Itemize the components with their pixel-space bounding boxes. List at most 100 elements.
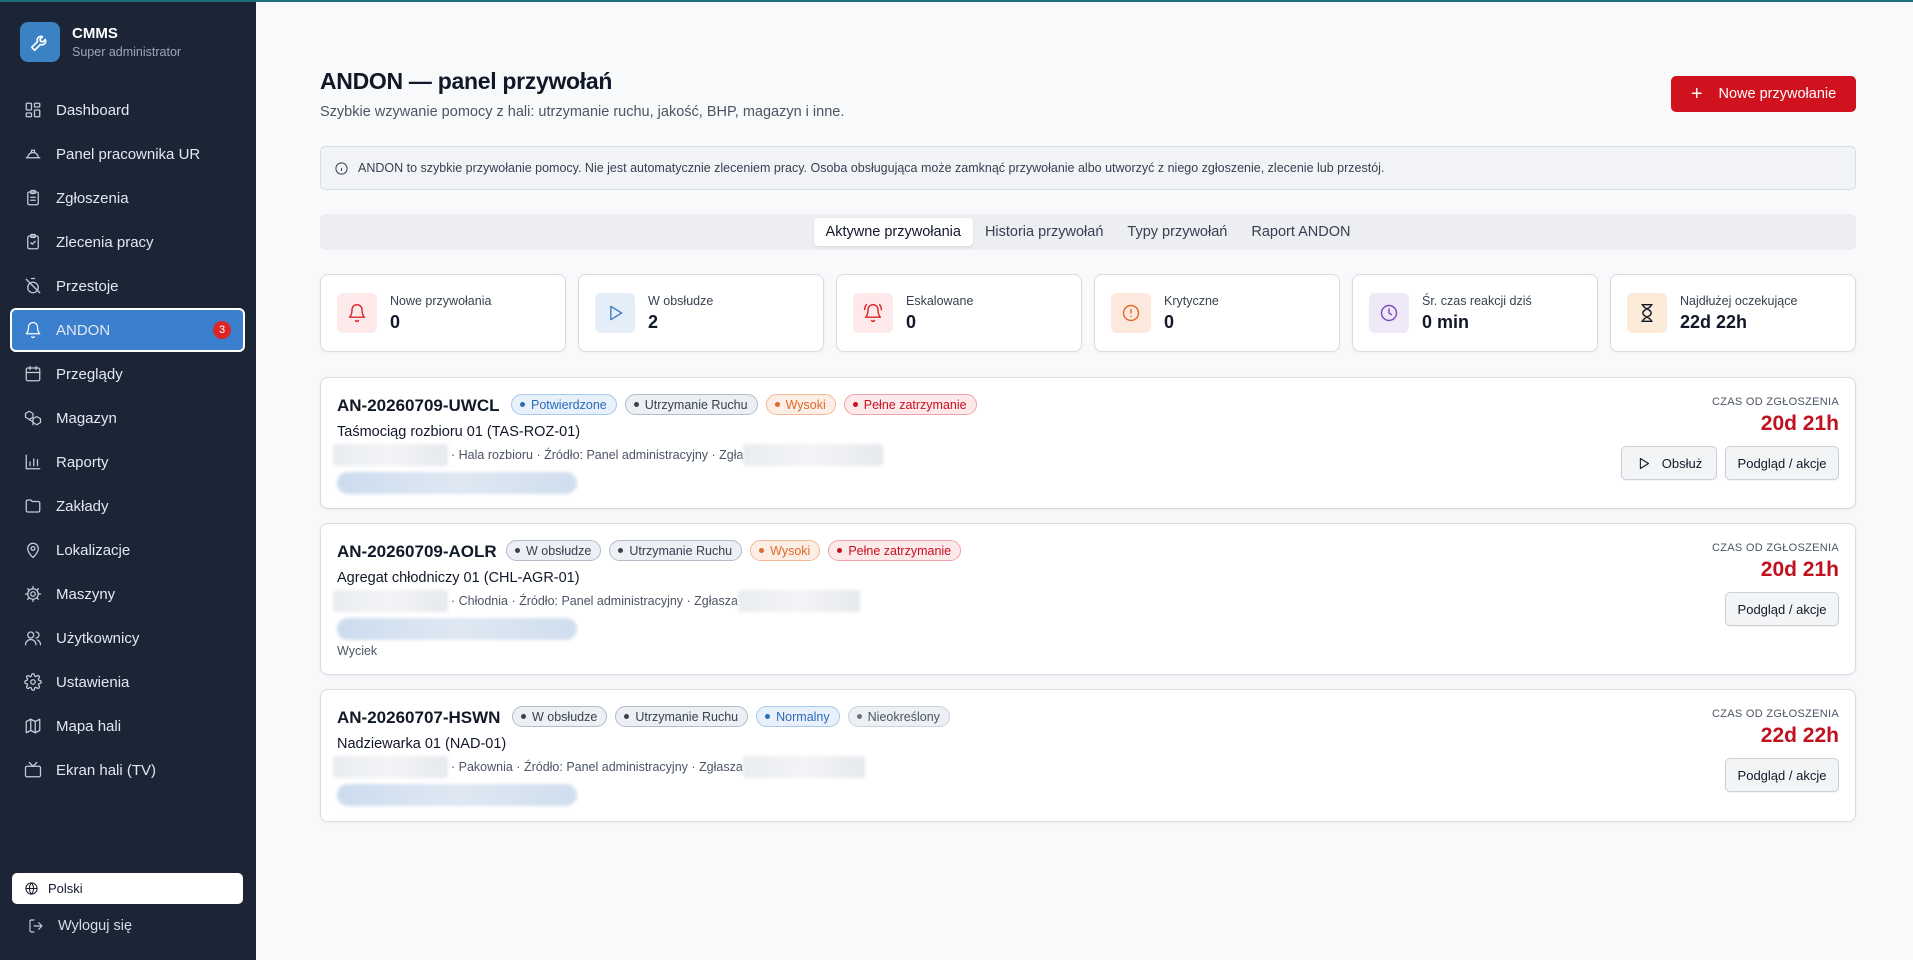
- call-machine: Taśmociąg rozbioru 01 (TAS-ROZ-01): [337, 424, 581, 440]
- redacted-text: [742, 756, 865, 778]
- call-code: AN-20260707-HSWN: [337, 708, 501, 727]
- andon-call-card: AN-20260707-HSWN W obsłudze Utrzymanie R…: [320, 689, 1856, 822]
- play-icon: [1639, 457, 1649, 469]
- helmet-icon: [25, 149, 41, 159]
- clock-icon: [1369, 293, 1409, 333]
- logout-icon: [29, 919, 43, 933]
- sidebar-item-label: Lokalizacje: [56, 541, 131, 559]
- tv-icon: [24, 761, 42, 778]
- priority-chip: Normalny: [756, 706, 840, 727]
- handle-button[interactable]: Obsłuż: [1621, 446, 1717, 480]
- users-icon: [24, 631, 42, 646]
- since-value: 22d 22h: [1760, 724, 1839, 747]
- handle-label: Obsłuż: [1661, 455, 1703, 471]
- bell-ring-icon: [853, 293, 893, 333]
- dashboard-icon: [25, 102, 41, 118]
- new-call-button[interactable]: + Nowe przywołanie: [1671, 76, 1856, 112]
- sidebar-item-maszyny[interactable]: Maszyny: [10, 572, 245, 616]
- stat-label: Eskalowane: [906, 293, 974, 308]
- tab-typy-przywolan[interactable]: Typy przywołań: [1115, 218, 1239, 246]
- view-actions-button[interactable]: Podgląd / akcje: [1725, 758, 1839, 792]
- sidebar-item-przestoje[interactable]: Przestoje: [10, 264, 245, 308]
- impact-chip: Pełne zatrzymanie: [843, 394, 977, 415]
- stat-value: 0: [906, 311, 917, 332]
- since-label: CZAS OD ZGŁOSZENIA: [1711, 396, 1839, 408]
- hourglass-icon: [1627, 293, 1667, 333]
- sidebar-item-raporty[interactable]: Raporty: [10, 440, 245, 484]
- impact-chip: Pełne zatrzymanie: [828, 540, 962, 561]
- sidebar-item-label: Zakłady: [56, 497, 109, 515]
- sidebar-item-andon[interactable]: ANDON 3: [10, 308, 245, 352]
- stat-label: Śr. czas reakcji dziś: [1422, 293, 1532, 308]
- sidebar-item-label: Przeglądy: [56, 365, 123, 383]
- redacted-bar: [337, 618, 577, 640]
- stat-label: Nowe przywołania: [390, 293, 492, 308]
- logout-button[interactable]: Wyloguj się: [28, 918, 132, 934]
- stat-card-escalated: Eskalowane 0: [836, 274, 1082, 352]
- sidebar-item-zlecenia-pracy[interactable]: Zlecenia pracy: [10, 220, 245, 264]
- andon-call-card: AN-20260709-AOLR W obsłudze Utrzymanie R…: [320, 523, 1856, 675]
- sidebar-item-mapa-hali[interactable]: Mapa hali: [10, 704, 245, 748]
- info-banner: ANDON to szybkie przywołanie pomocy. Nie…: [320, 146, 1856, 190]
- stat-label: W obsłudze: [648, 293, 714, 308]
- folder-icon: [25, 499, 41, 513]
- wrench-icon: [20, 22, 60, 62]
- stat-value: 0 min: [1422, 311, 1470, 332]
- call-meta-text: · Pakownia · Źródło: Panel administracyj…: [451, 760, 743, 774]
- tab-historia-przywolan[interactable]: Historia przywołań: [973, 218, 1115, 246]
- sidebar-item-label: Zlecenia pracy: [56, 233, 154, 251]
- sidebar-item-ekran-hali-tv[interactable]: Ekran hali (TV): [10, 748, 245, 792]
- sidebar-item-label: Użytkownicy: [56, 629, 140, 647]
- tabs: Aktywne przywołania Historia przywołań T…: [320, 214, 1856, 250]
- stat-value: 2: [648, 311, 659, 332]
- sidebar-item-label: Maszyny: [56, 585, 116, 603]
- page-subtitle: Szybkie wzywanie pomocy z hali: utrzyman…: [320, 104, 845, 120]
- priority-chip: Wysoki: [765, 394, 836, 415]
- call-meta-text: · Hala rozbioru · Źródło: Panel administ…: [451, 448, 744, 462]
- play-icon: [595, 293, 635, 333]
- view-actions-button[interactable]: Podgląd / akcje: [1725, 592, 1839, 626]
- language-selector[interactable]: Polski: [12, 873, 243, 904]
- call-chips: W obsłudze Utrzymanie Ruchu Normalny Nie…: [512, 706, 958, 727]
- call-code: AN-20260709-AOLR: [337, 542, 497, 561]
- tab-aktywne-przywolania[interactable]: Aktywne przywołania: [813, 218, 973, 246]
- sidebar-item-zaklady[interactable]: Zakłady: [10, 484, 245, 528]
- stat-card-avg-reaction: Śr. czas reakcji dziś 0 min: [1352, 274, 1598, 352]
- redacted-text: [333, 444, 448, 466]
- view-actions-label: Podgląd / akcje: [1737, 455, 1827, 471]
- view-actions-button[interactable]: Podgląd / akcje: [1725, 446, 1839, 480]
- sidebar-item-magazyn[interactable]: Magazyn: [10, 396, 245, 440]
- call-note: Wyciek: [337, 644, 378, 658]
- stat-value: 0: [1164, 311, 1175, 332]
- clipboard-check-icon: [27, 233, 39, 250]
- sidebar-item-label: Przestoje: [56, 277, 119, 295]
- since-label: CZAS OD ZGŁOSZENIA: [1711, 708, 1839, 720]
- sidebar-item-zgloszenia[interactable]: Zgłoszenia: [10, 176, 245, 220]
- redacted-text: [737, 590, 860, 612]
- department-chip: Utrzymanie Ruchu: [615, 706, 749, 727]
- app-title: CMMS: [72, 25, 118, 42]
- redacted-text: [743, 444, 884, 466]
- andon-count-badge: 3: [213, 321, 231, 339]
- globe-icon: [25, 882, 38, 895]
- sidebar-item-label: Ustawienia: [56, 673, 130, 691]
- call-chips: Potwierdzone Utrzymanie Ruchu Wysoki Peł…: [511, 394, 985, 415]
- status-chip: W obsłudze: [512, 706, 608, 727]
- call-machine: Nadziewarka 01 (NAD-01): [337, 736, 507, 752]
- sidebar-item-lokalizacje[interactable]: Lokalizacje: [10, 528, 245, 572]
- sidebar-item-dashboard[interactable]: Dashboard: [10, 88, 245, 132]
- timer-off-icon: [25, 277, 41, 294]
- sidebar-item-label: Panel pracownika UR: [56, 145, 201, 163]
- plus-icon: +: [1690, 83, 1703, 105]
- tab-raport-andon[interactable]: Raport ANDON: [1239, 218, 1362, 246]
- sidebar-item-ustawienia[interactable]: Ustawienia: [10, 660, 245, 704]
- call-meta: · Chłodnia · Źródło: Panel administracyj…: [333, 590, 860, 612]
- stat-card-in-progress: W obsłudze 2: [578, 274, 824, 352]
- sidebar-item-panel-pracownika-ur[interactable]: Panel pracownika UR: [10, 132, 245, 176]
- sidebar-item-przeglady[interactable]: Przeglądy: [10, 352, 245, 396]
- stat-card-critical: Krytyczne 0: [1094, 274, 1340, 352]
- sidebar-item-uzytkownicy[interactable]: Użytkownicy: [10, 616, 245, 660]
- view-actions-label: Podgląd / akcje: [1737, 767, 1827, 783]
- since-value: 20d 21h: [1760, 412, 1839, 435]
- sidebar-item-label: Raporty: [56, 453, 109, 471]
